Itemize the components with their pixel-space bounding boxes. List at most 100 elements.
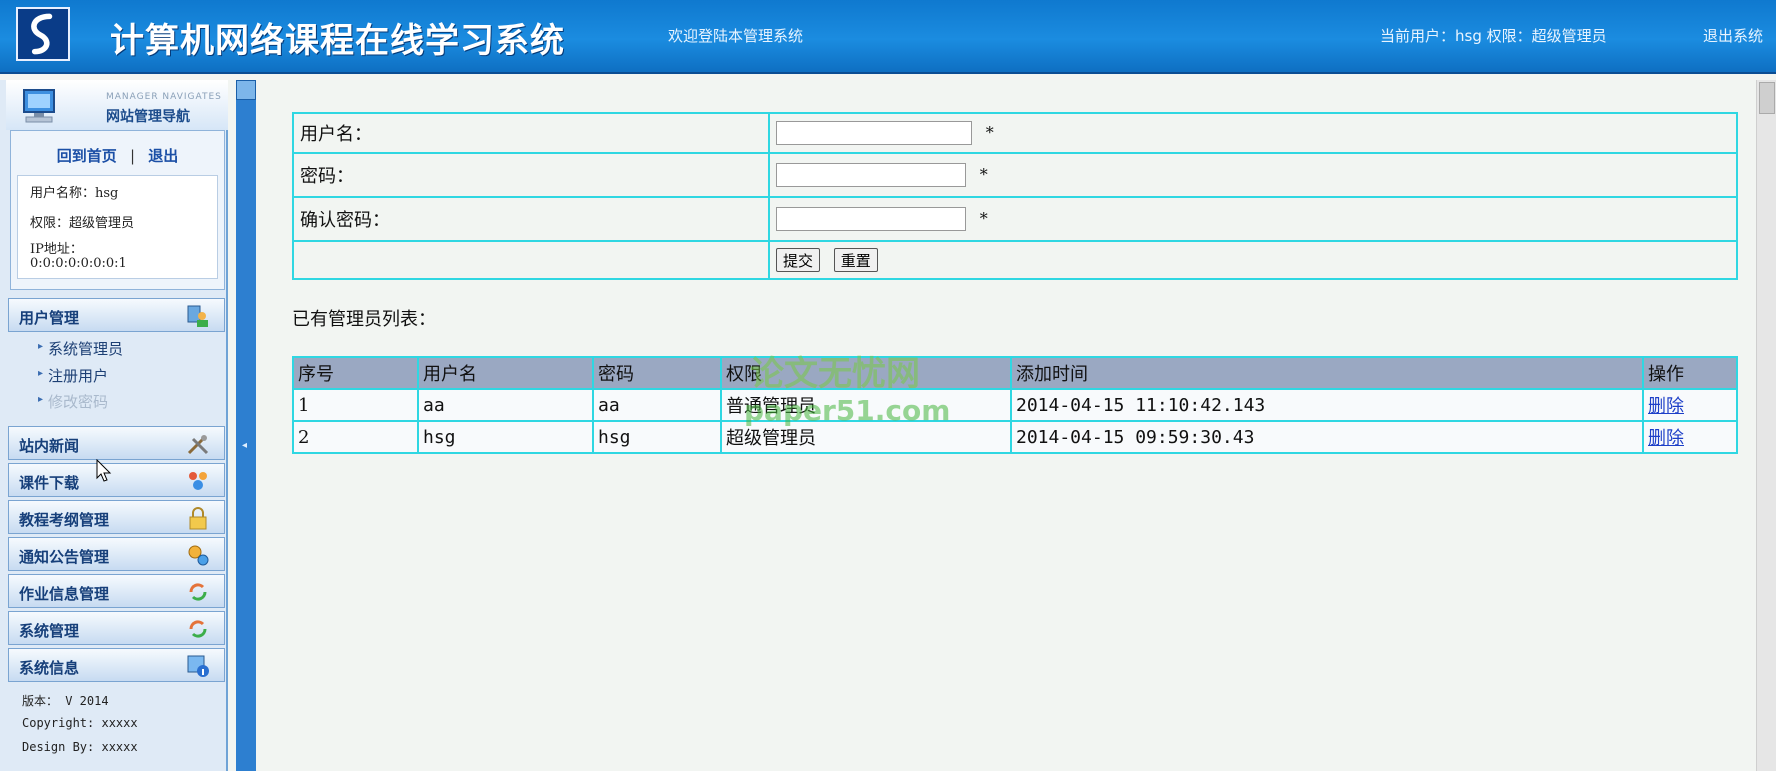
design-text: Design By: xxxxx	[22, 740, 138, 754]
lock-icon	[189, 507, 207, 530]
username-input[interactable]	[776, 121, 972, 145]
group-icon	[189, 472, 207, 490]
confirm-password-cell: *	[768, 196, 1738, 242]
reset-button[interactable]: 重置	[833, 248, 878, 272]
quick-links: 回到首页 | 退出	[11, 145, 224, 166]
home-link[interactable]: 回到首页	[57, 147, 117, 165]
required-mark: *	[979, 164, 988, 184]
cell-time: 2014-04-15 09:59:30.43	[1010, 420, 1644, 454]
confirm-password-label: 确认密码：	[292, 196, 770, 242]
menu-user-management[interactable]: 用户管理	[8, 298, 225, 332]
exit-link[interactable]: 退出	[148, 147, 178, 165]
menu-system-management[interactable]: 系统管理	[8, 611, 225, 645]
vertical-scrollbar[interactable]	[1756, 80, 1776, 771]
cell-index: 1	[292, 388, 419, 422]
mouse-cursor-icon	[96, 459, 112, 482]
username-cell: *	[768, 112, 1738, 154]
menu-label: 系统信息	[19, 659, 80, 677]
admin-list-table: 序号 用户名 密码 权限 添加时间 操作 1 aa aa 普通管理员 2014-…	[292, 356, 1738, 454]
user-name-text: 用户名称：hsg	[30, 186, 119, 201]
submenu-system-admin[interactable]: 系统管理员	[38, 338, 123, 359]
app-title: 计算机网络课程在线学习系统	[110, 21, 565, 61]
empty-cell	[292, 240, 770, 280]
col-header: 添加时间	[1010, 356, 1644, 390]
menu-label: 教程考纲管理	[19, 511, 110, 529]
user-info-panel: 回到首页 | 退出 用户名称：hsg 权限：超级管理员 IP地址： 0:0:0:…	[10, 130, 225, 290]
copyright-text: Copyright: xxxxx	[22, 716, 138, 730]
cell-role: 超级管理员	[720, 420, 1012, 454]
top-header: 计算机网络课程在线学习系统 欢迎登陆本管理系统 当前用户：hsg 权限：超级管理…	[0, 0, 1776, 74]
cell-index: 2	[292, 420, 419, 454]
col-header: 序号	[292, 356, 419, 390]
menu-site-news[interactable]: 站内新闻	[8, 426, 225, 460]
nav-title-en: MANAGER NAVIGATES	[106, 92, 222, 102]
menu-syllabus-management[interactable]: 教程考纲管理	[8, 500, 225, 534]
delete-link[interactable]: 删除	[1648, 396, 1684, 417]
cell-action: 删除	[1642, 420, 1738, 454]
table-header-row: 序号 用户名 密码 权限 添加时间 操作	[292, 356, 1738, 390]
cell-action: 删除	[1642, 388, 1738, 422]
required-mark: *	[985, 122, 994, 142]
logo-icon	[16, 7, 70, 61]
cell-username: aa	[417, 388, 594, 422]
user-info-box: 用户名称：hsg 权限：超级管理员 IP地址： 0:0:0:0:0:0:0:1	[17, 175, 218, 279]
users-icon	[187, 305, 208, 327]
admin-form: 用户名： * 密码： * 确认密码： * 提交 重置	[292, 112, 1738, 280]
scrollbar-thumb[interactable]	[1759, 82, 1775, 114]
col-header: 用户名	[417, 356, 594, 390]
computer-icon	[23, 89, 55, 123]
tools-icon	[187, 435, 209, 455]
required-mark: *	[979, 208, 988, 228]
password-cell: *	[768, 152, 1738, 198]
menu-label: 站内新闻	[19, 437, 80, 455]
cell-time: 2014-04-15 11:10:42.143	[1010, 388, 1644, 422]
col-header: 操作	[1642, 356, 1738, 390]
refresh-icon	[189, 583, 207, 601]
delete-link[interactable]: 删除	[1648, 428, 1684, 449]
password-input[interactable]	[776, 163, 966, 187]
cell-password: aa	[592, 388, 722, 422]
main-content: 用户名： * 密码： * 确认密码： * 提交 重置 已有管理员列表： 序号 用…	[270, 80, 1748, 771]
table-row: 2 hsg hsg 超级管理员 2014-04-15 09:59:30.43 删…	[292, 420, 1738, 454]
ip-value: 0:0:0:0:0:0:0:1	[30, 256, 127, 271]
menu-label: 用户管理	[19, 309, 80, 327]
info-icon	[187, 655, 209, 677]
link-separator: |	[129, 147, 136, 165]
username-label: 用户名：	[292, 112, 770, 154]
frame-splitter[interactable]: ◂	[236, 80, 256, 771]
current-user-info: 当前用户：hsg 权限：超级管理员	[1380, 27, 1607, 45]
col-header: 权限	[720, 356, 1012, 390]
role-text: 权限：超级管理员	[30, 216, 135, 231]
collapse-arrow-icon[interactable]: ◂	[242, 440, 247, 451]
submit-button[interactable]: 提交	[776, 248, 821, 272]
buttons-cell: 提交 重置	[768, 240, 1738, 280]
cell-username: hsg	[417, 420, 594, 454]
logout-link[interactable]: 退出系统	[1703, 25, 1763, 46]
menu-label: 通知公告管理	[19, 548, 110, 566]
nav-header: MANAGER NAVIGATES 网站管理导航	[6, 80, 228, 130]
confirm-password-input[interactable]	[776, 207, 966, 231]
submenu-change-password[interactable]: 修改密码	[38, 391, 108, 412]
gears-icon	[188, 545, 209, 566]
nav-title: 网站管理导航	[106, 109, 190, 125]
menu-homework-management[interactable]: 作业信息管理	[8, 574, 225, 608]
password-label: 密码：	[292, 152, 770, 198]
submenu-register-user[interactable]: 注册用户	[38, 365, 108, 386]
menu-courseware-download[interactable]: 课件下载	[8, 463, 225, 497]
menu-system-info[interactable]: 系统信息	[8, 648, 225, 682]
menu-label: 作业信息管理	[19, 585, 110, 603]
menu-notice-management[interactable]: 通知公告管理	[8, 537, 225, 571]
version-text: 版本： V 2014	[22, 694, 109, 708]
cell-role: 普通管理员	[720, 388, 1012, 422]
welcome-text: 欢迎登陆本管理系统	[668, 27, 804, 45]
sidebar: MANAGER NAVIGATES 网站管理导航 回到首页 | 退出 用户名称：…	[0, 80, 228, 771]
splitter-tab[interactable]	[236, 80, 256, 100]
cell-password: hsg	[592, 420, 722, 454]
ip-label: IP地址：	[30, 242, 83, 257]
col-header: 密码	[592, 356, 722, 390]
menu-label: 系统管理	[19, 622, 80, 640]
admin-list-title: 已有管理员列表：	[292, 309, 436, 330]
refresh-icon	[189, 620, 207, 638]
menu-label: 课件下载	[19, 474, 80, 492]
table-row: 1 aa aa 普通管理员 2014-04-15 11:10:42.143 删除	[292, 388, 1738, 422]
